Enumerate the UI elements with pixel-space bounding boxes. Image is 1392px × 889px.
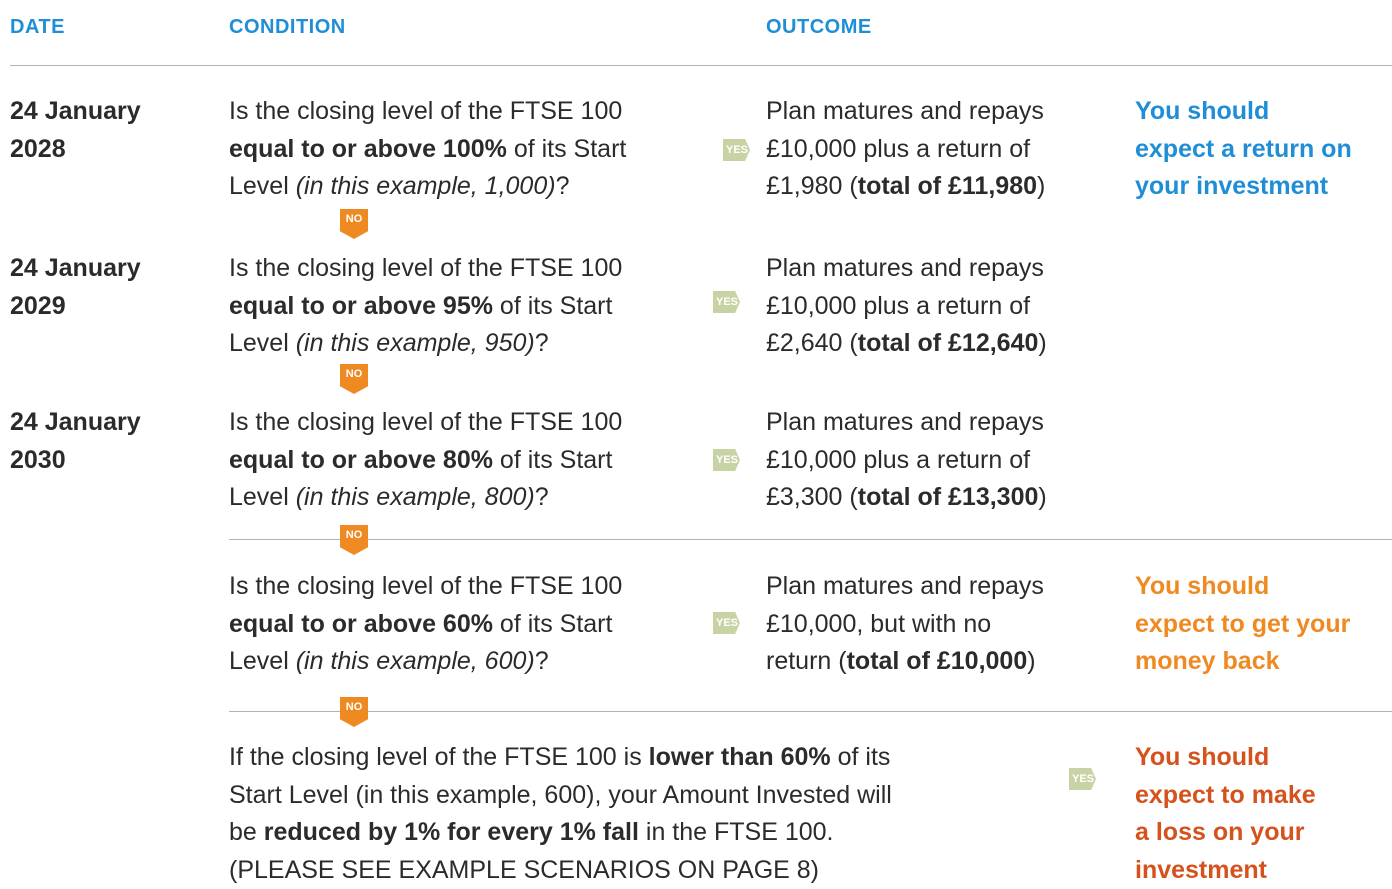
header-outcome: OUTCOME bbox=[766, 16, 872, 38]
yes-arrow-icon: YES bbox=[723, 139, 750, 161]
row-3-outcome: Plan matures and repays £10,000 plus a r… bbox=[766, 408, 1047, 511]
row-2-date: 24 January 2029 bbox=[10, 254, 141, 320]
row-2-condition: Is the closing level of the FTSE 100 equ… bbox=[229, 254, 623, 357]
no-arrow-icon: NO bbox=[340, 209, 368, 239]
section-divider bbox=[229, 539, 1392, 540]
result-loss: You should expect to make a loss on your… bbox=[1135, 743, 1316, 884]
yes-arrow-icon: YES bbox=[713, 612, 740, 634]
header-divider bbox=[10, 65, 1392, 66]
row-3-date: 24 January 2030 bbox=[10, 408, 141, 474]
yes-arrow-icon: YES bbox=[713, 449, 740, 471]
no-arrow-icon: NO bbox=[340, 364, 368, 394]
no-arrow-icon: NO bbox=[340, 525, 368, 555]
header-condition: CONDITION bbox=[229, 16, 346, 38]
yes-arrow-icon: YES bbox=[713, 291, 740, 313]
row-3-condition: Is the closing level of the FTSE 100 equ… bbox=[229, 408, 623, 511]
final-condition: If the closing level of the FTSE 100 is … bbox=[229, 743, 892, 884]
section-divider bbox=[229, 711, 1392, 712]
row-4-outcome: Plan matures and repays £10,000, but wit… bbox=[766, 572, 1044, 675]
yes-arrow-icon: YES bbox=[1069, 768, 1096, 790]
row-4-condition: Is the closing level of the FTSE 100 equ… bbox=[229, 572, 623, 675]
row-2-outcome: Plan matures and repays £10,000 plus a r… bbox=[766, 254, 1047, 357]
result-money-back: You should expect to get your money back bbox=[1135, 572, 1351, 675]
row-1-condition: Is the closing level of the FTSE 100 equ… bbox=[229, 97, 627, 200]
row-1-outcome: Plan matures and repays £10,000 plus a r… bbox=[766, 97, 1046, 200]
no-arrow-icon: NO bbox=[340, 697, 368, 727]
header-date: DATE bbox=[10, 16, 65, 38]
row-1-date: 24 January 2028 bbox=[10, 97, 141, 163]
result-return: You should expect a return on your inves… bbox=[1135, 97, 1352, 200]
